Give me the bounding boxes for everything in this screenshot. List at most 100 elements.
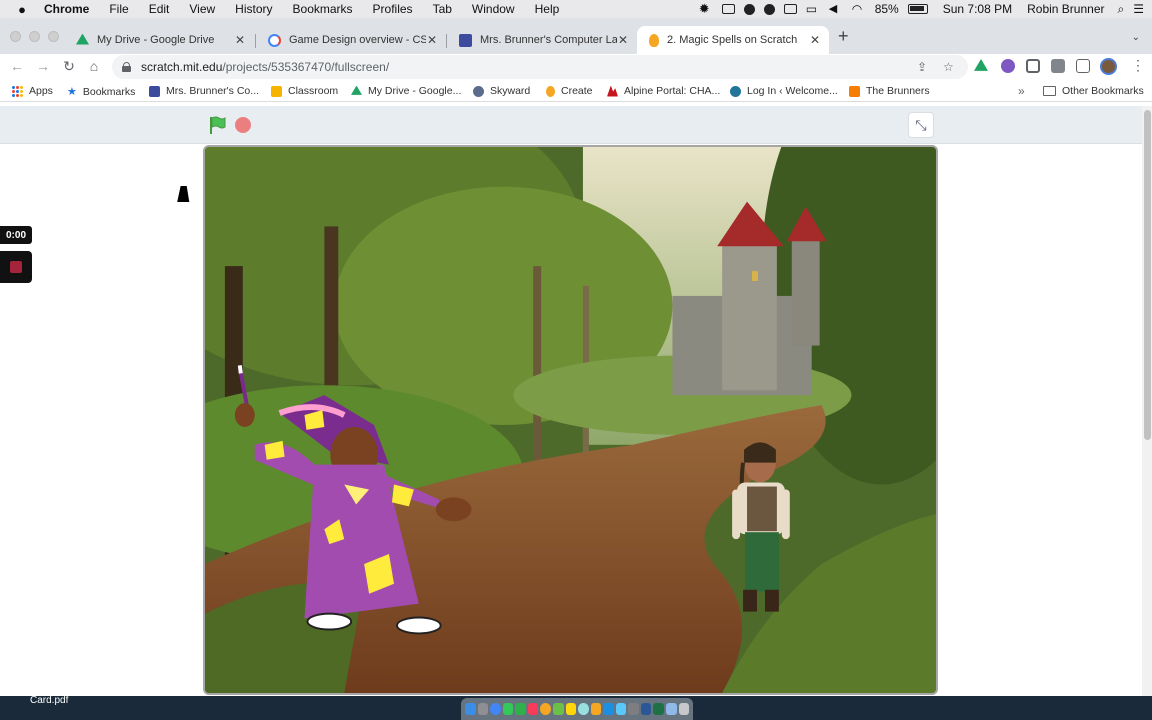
bookmark-bookmarks[interactable]: ★ Bookmarks — [67, 85, 135, 99]
puzzle-extensions-icon[interactable] — [1051, 59, 1065, 73]
clock-dock-icon[interactable] — [578, 703, 589, 715]
menu-clock[interactable]: Sun 7:08 PM — [943, 2, 1012, 16]
notes-dock-icon[interactable] — [565, 703, 577, 715]
app-store-dock-icon[interactable] — [603, 703, 614, 715]
forward-arrow-icon[interactable]: → — [34, 58, 52, 74]
close-window-icon[interactable] — [10, 31, 21, 42]
more-menu-icon[interactable]: ⋮ — [1131, 57, 1145, 74]
stop-icon[interactable] — [235, 117, 251, 133]
bookmark-brunner-computer-lab[interactable]: Mrs. Brunner's Co... — [149, 85, 259, 97]
system-prefs-dock-icon[interactable] — [628, 703, 639, 715]
record-status-icon[interactable] — [743, 3, 755, 15]
wifi-icon[interactable]: ◠ — [852, 3, 866, 15]
gear-status-icon[interactable]: ✹ — [699, 2, 713, 15]
launchpad-icon[interactable] — [477, 703, 489, 715]
url-text[interactable]: scratch.mit.edu/projects/535367470/fulls… — [141, 60, 389, 74]
menu-bookmarks[interactable]: Bookmarks — [293, 2, 353, 16]
menu-tab[interactable]: Tab — [433, 2, 452, 16]
url-domain: scratch.mit.edu — [141, 60, 223, 74]
scratch-dock-icon[interactable] — [590, 703, 602, 715]
close-tab-icon[interactable]: ✕ — [809, 33, 821, 47]
preview-dock-icon[interactable] — [615, 703, 627, 715]
menu-edit[interactable]: Edit — [149, 2, 170, 16]
profile-avatar[interactable] — [1100, 58, 1117, 75]
green-flag-icon[interactable] — [207, 115, 227, 135]
menu-view[interactable]: View — [189, 2, 215, 16]
desktop-file-label[interactable]: Card.pdf — [30, 695, 68, 706]
bookmark-create[interactable]: Create — [546, 85, 593, 97]
trash-dock-icon[interactable] — [678, 703, 690, 715]
music-dock-icon[interactable] — [527, 703, 539, 715]
menu-file[interactable]: File — [109, 2, 128, 16]
menu-help[interactable]: Help — [535, 2, 560, 16]
bookmark-other-bookmarks[interactable]: Other Bookmarks — [1043, 85, 1144, 97]
side-panel-icon[interactable] — [1076, 59, 1090, 73]
reload-icon[interactable]: ↻ — [60, 58, 78, 75]
facetime-dock-icon[interactable] — [515, 703, 526, 715]
minimize-window-icon[interactable] — [29, 31, 40, 42]
menu-app-name[interactable]: Chrome — [44, 2, 89, 16]
tab-computer-lab[interactable]: Mrs. Brunner's Computer Lab ✕ — [447, 26, 637, 54]
screen-share-icon[interactable] — [721, 4, 735, 14]
bookmark-classroom[interactable]: Classroom — [271, 85, 338, 97]
menu-user[interactable]: Robin Brunner — [1027, 2, 1104, 16]
home-icon[interactable]: ⌂ — [85, 58, 103, 74]
word-dock-icon[interactable] — [640, 703, 652, 715]
exit-fullscreen-icon[interactable]: ⤡ — [908, 112, 934, 138]
bookmark-star-icon[interactable]: ☆ — [943, 60, 954, 74]
tab-search-chevron-icon[interactable]: ⌄ — [1132, 32, 1140, 43]
google-icon — [268, 33, 281, 47]
scratch-stage[interactable] — [203, 145, 938, 695]
airplay-icon[interactable]: ▭ — [806, 3, 820, 15]
messages-dock-icon[interactable] — [502, 703, 514, 715]
bookmark-label: My Drive - Google... — [368, 85, 462, 97]
finder-icon[interactable] — [465, 703, 476, 715]
bookmark-my-drive[interactable]: My Drive - Google... — [351, 85, 461, 97]
battery-icon[interactable] — [907, 4, 928, 14]
display-icon[interactable] — [783, 4, 797, 14]
tab-label: Mrs. Brunner's Computer Lab — [480, 34, 617, 46]
theme-status-icon[interactable] — [763, 3, 775, 15]
close-tab-icon[interactable]: ✕ — [617, 33, 629, 47]
spotlight-search-icon[interactable]: ⌕ — [1118, 2, 1125, 17]
new-tab-icon[interactable]: + — [838, 26, 849, 47]
excel-dock-icon[interactable] — [653, 703, 664, 715]
volume-icon[interactable]: ◀ — [829, 3, 843, 15]
grid-extension-icon[interactable] — [1026, 59, 1040, 73]
close-tab-icon[interactable]: ✕ — [234, 33, 246, 47]
bookmark-alpine-portal[interactable]: Alpine Portal: CHA... — [607, 85, 720, 97]
apple-menu-icon[interactable]: ● — [14, 2, 30, 17]
control-center-icon[interactable]: ☰ — [1133, 2, 1144, 16]
page-scrollbar[interactable] — [1142, 106, 1152, 696]
share-icon[interactable]: ⇪ — [917, 60, 927, 74]
tab-magic-spells[interactable]: 2. Magic Spells on Scratch ✕ — [637, 26, 829, 54]
tab-game-design[interactable]: Game Design overview - CS Fi ✕ — [256, 26, 446, 54]
chrome-dock-icon[interactable] — [490, 703, 501, 715]
maximize-window-icon[interactable] — [48, 31, 59, 42]
photos-dock-icon[interactable] — [540, 703, 551, 715]
google-sites-icon — [459, 33, 472, 47]
close-tab-icon[interactable]: ✕ — [426, 33, 438, 47]
back-arrow-icon[interactable]: ← — [8, 58, 26, 74]
recording-stop-button[interactable] — [0, 251, 32, 283]
lock-icon[interactable] — [122, 62, 131, 72]
bookmark-the-brunners[interactable]: The Brunners — [849, 85, 930, 97]
stage-scene — [205, 147, 936, 693]
address-bar[interactable]: scratch.mit.edu/projects/535367470/fulls… — [112, 55, 968, 79]
folder-icon — [1043, 86, 1056, 96]
menu-history[interactable]: History — [235, 2, 272, 16]
extension-badge-icon[interactable] — [1001, 59, 1015, 73]
menu-window[interactable]: Window — [472, 2, 515, 16]
bookmark-skyward[interactable]: Skyward — [473, 85, 530, 97]
scrollbar-thumb[interactable] — [1144, 110, 1151, 440]
bookmark-wordpress-login[interactable]: Log In ‹ Welcome... — [730, 85, 838, 97]
battery-percent: 85% — [874, 2, 899, 16]
folder-dock-icon[interactable] — [666, 703, 677, 715]
bookmarks-overflow-chevron-icon[interactable]: » — [1018, 84, 1025, 98]
stop-recording-icon — [10, 261, 22, 273]
maps-dock-icon[interactable] — [552, 703, 564, 715]
menu-profiles[interactable]: Profiles — [373, 2, 413, 16]
tab-my-drive[interactable]: My Drive - Google Drive ✕ — [64, 26, 254, 54]
bookmark-label: Apps — [29, 85, 53, 97]
bookmark-apps[interactable]: Apps — [12, 85, 53, 97]
